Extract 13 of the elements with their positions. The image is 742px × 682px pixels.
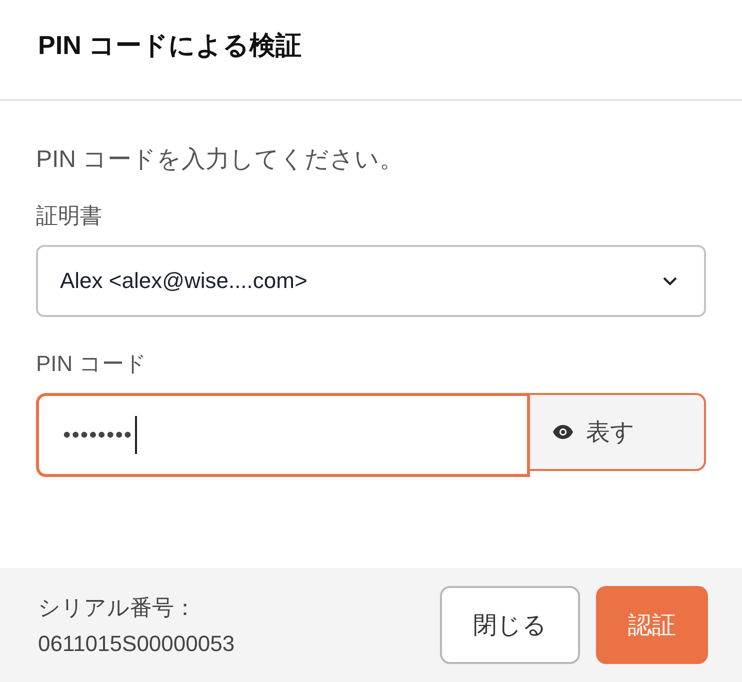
serial-label: シリアル番号： xyxy=(38,594,197,622)
field-label: PIN コード xyxy=(36,350,147,378)
certificate-select[interactable]: Alex <alex@wise....com> xyxy=(36,245,706,317)
pin-input[interactable]: •••••••• xyxy=(36,393,530,477)
instruction-text: PIN コードを入力してください。 xyxy=(36,145,405,175)
chevron-down-icon xyxy=(662,276,678,286)
show-button[interactable]: 表す xyxy=(530,393,706,471)
close-button[interactable]: 閉じる xyxy=(440,586,580,664)
eye-icon xyxy=(552,424,574,440)
dialog-title: PIN コードによる検証 xyxy=(38,29,302,62)
text-cursor xyxy=(134,416,137,454)
field-label: 証明書 xyxy=(36,202,102,230)
serial-number: 0611015S00000053 xyxy=(38,631,235,657)
